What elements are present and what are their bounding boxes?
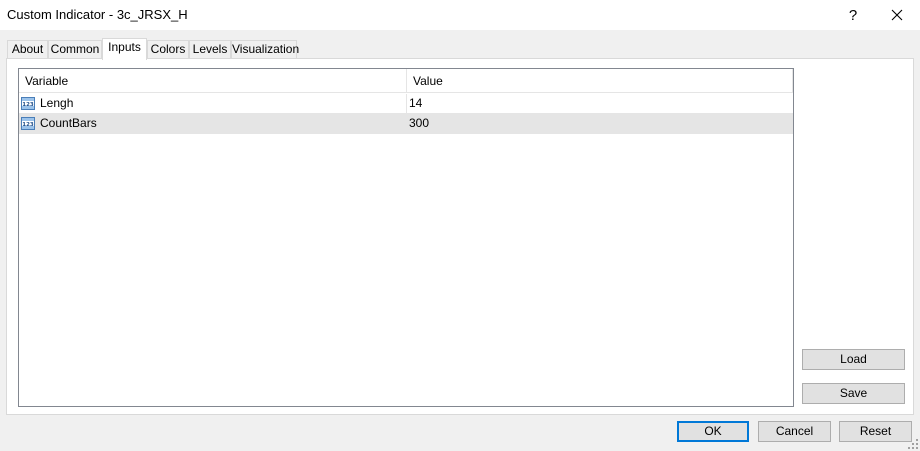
help-button[interactable]: ?: [830, 0, 876, 30]
cancel-button[interactable]: Cancel: [758, 421, 831, 442]
tab-common[interactable]: Common: [48, 40, 102, 59]
column-header-value[interactable]: Value: [407, 69, 793, 93]
tab-levels[interactable]: Levels: [189, 40, 231, 59]
tab-inputs[interactable]: Inputs: [102, 38, 147, 60]
close-icon: [891, 9, 903, 21]
svg-text:123: 123: [22, 122, 34, 128]
tab-about[interactable]: About: [7, 40, 48, 59]
grid-header: Variable Value: [19, 69, 793, 93]
variable-name: Lengh: [40, 96, 74, 110]
load-button[interactable]: Load: [802, 349, 905, 370]
inputs-grid[interactable]: Variable Value 123 Lengh 14 123 CountBar…: [18, 68, 794, 407]
reset-button[interactable]: Reset: [839, 421, 912, 442]
close-button[interactable]: [874, 0, 920, 30]
variable-name: CountBars: [40, 116, 97, 130]
resize-grip-icon[interactable]: [907, 438, 919, 450]
variable-cell[interactable]: 123 Lengh: [19, 94, 407, 113]
variable-cell[interactable]: 123 CountBars: [19, 114, 407, 133]
integer-type-icon: 123: [21, 117, 35, 130]
inputs-panel: Variable Value 123 Lengh 14 123 CountBar…: [6, 58, 914, 415]
save-button[interactable]: Save: [802, 383, 905, 404]
table-row[interactable]: 123 Lengh 14: [19, 94, 793, 114]
tab-colors[interactable]: Colors: [147, 40, 189, 59]
ok-button[interactable]: OK: [677, 421, 749, 442]
integer-type-icon: 123: [21, 97, 35, 110]
svg-text:123: 123: [22, 102, 34, 108]
value-cell[interactable]: 14: [408, 94, 422, 113]
title-bar: Custom Indicator - 3c_JRSX_H ?: [0, 0, 920, 30]
window-title: Custom Indicator - 3c_JRSX_H: [7, 7, 188, 22]
value-cell[interactable]: 300: [408, 114, 429, 133]
table-row[interactable]: 123 CountBars 300: [19, 114, 793, 134]
column-header-variable[interactable]: Variable: [19, 69, 407, 93]
tab-visualization[interactable]: Visualization: [231, 40, 299, 59]
